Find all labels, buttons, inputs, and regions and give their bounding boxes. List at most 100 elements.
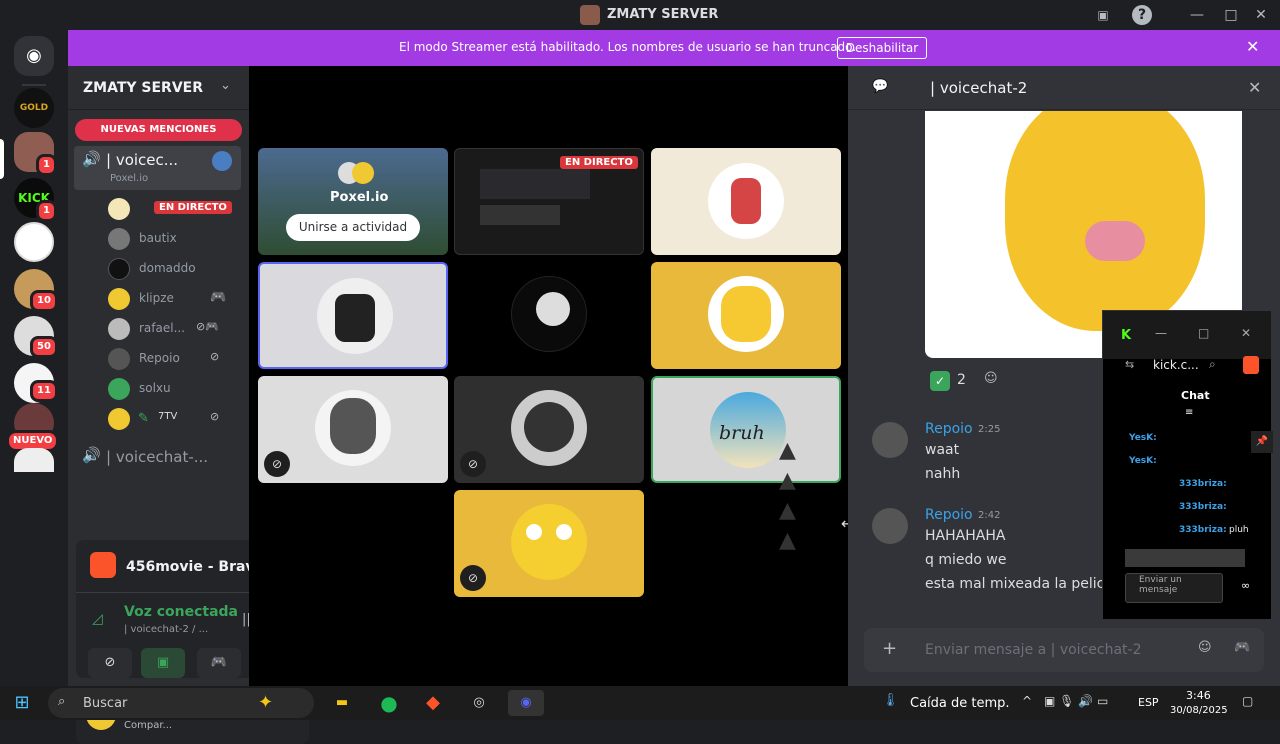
tray-up-icon[interactable]: ^ (1022, 694, 1032, 708)
obs-icon[interactable]: ◎ (466, 690, 492, 716)
check-reaction-icon[interactable]: ✓ (930, 371, 950, 391)
pin-icon[interactable]: 📌 (1251, 431, 1273, 453)
voice-user[interactable]: ✎ 7TV ⊘ (108, 406, 248, 432)
voice-user[interactable]: solxu (108, 376, 248, 402)
voice-user[interactable]: bautix (108, 226, 248, 252)
message-input[interactable]: + Enviar mensaje a | voicechat-2 ☺ 🎮 (864, 628, 1264, 672)
voice-user[interactable]: Repoio ⊘ (108, 346, 248, 372)
search-icon: ⌕ (58, 694, 66, 709)
clock-date[interactable]: 30/08/2025 (1170, 705, 1228, 716)
chat-user[interactable]: YesK: (1129, 456, 1157, 466)
minimize-button[interactable]: — (1155, 326, 1167, 340)
avatar-text: bruh (719, 422, 765, 444)
chat-user[interactable]: YesK: (1129, 433, 1157, 443)
avatar[interactable] (872, 508, 908, 544)
server-gold[interactable]: GOLD (14, 88, 54, 128)
activity-button[interactable]: 🎮 (197, 648, 241, 678)
spotify-icon[interactable]: ● (376, 690, 402, 716)
stream-preview (480, 205, 560, 225)
nitro-icon: ✎ (138, 411, 149, 426)
inbox-icon[interactable]: ▣ (1092, 5, 1114, 25)
site-settings-icon[interactable]: ⇆ (1125, 358, 1134, 371)
user-tile[interactable] (651, 262, 841, 369)
user-tile-speaking[interactable] (258, 262, 448, 369)
clock-time[interactable]: 3:46 (1186, 689, 1211, 702)
voice-channel-path[interactable]: | voicechat-2 / ... (124, 624, 208, 635)
tray-icons[interactable]: ▣ 🎙 🔊 ▭ (1044, 694, 1108, 708)
message-author[interactable]: Repoio (925, 507, 973, 523)
divider (22, 84, 46, 86)
brave-icon[interactable]: ◆ (420, 690, 446, 716)
chat-user[interactable]: 333briza: (1179, 502, 1227, 512)
signal-icon: ◿ (92, 611, 103, 627)
discord-home-icon[interactable]: ◉ (14, 36, 54, 76)
message-author[interactable]: Repoio (925, 421, 973, 437)
weather-text[interactable]: Caída de temp. (910, 696, 1010, 711)
filter-icon[interactable]: ≡ (1185, 407, 1193, 418)
zoom-icon[interactable]: ⌕ (1209, 357, 1216, 372)
speaker-icon: 🔊 (82, 150, 101, 168)
help-icon[interactable]: ? (1132, 5, 1152, 25)
stream-tile[interactable]: EN DIRECTO (454, 148, 644, 255)
search-box[interactable]: ⌕ Buscar ✦ (48, 688, 314, 718)
window-title: ZMATY SERVER (607, 7, 719, 22)
minimize-button[interactable]: — (1186, 5, 1208, 25)
avatar[interactable] (872, 422, 908, 458)
join-activity-button[interactable]: Unirse a actividad (286, 214, 420, 241)
emoji-icon[interactable]: ☺ (1198, 640, 1212, 655)
emote-bar[interactable] (1125, 549, 1245, 567)
user-tile[interactable]: ⊘ (258, 376, 448, 483)
voice-user[interactable]: klipze 🎮 (108, 286, 248, 312)
add-attachment-icon[interactable]: + (882, 638, 897, 659)
brave-shield-icon[interactable] (1243, 356, 1259, 374)
avatar (108, 258, 130, 280)
close-button[interactable]: ✕ (1241, 326, 1251, 340)
gamepad-icon[interactable]: 🎮 (1234, 640, 1250, 655)
screen-share-button[interactable]: ▣ (141, 648, 185, 678)
maximize-button[interactable]: □ (1220, 5, 1242, 25)
user-tile[interactable]: ⊘ (454, 490, 644, 597)
voice-channel-item[interactable]: 🔊 | voicec... Poxel.io (74, 146, 241, 190)
voice-user[interactable]: EN DIRECTO (108, 196, 248, 222)
kick-url[interactable]: kick.c... (1153, 358, 1199, 372)
voice-user[interactable]: rafael... ⊘🎮 (108, 316, 248, 342)
avatar (108, 348, 130, 370)
avatar (352, 162, 374, 184)
user-tile[interactable] (454, 262, 644, 369)
discord-taskbar-icon[interactable]: ◉ (508, 690, 544, 716)
windows-start-icon[interactable]: ⊞ (9, 690, 35, 716)
close-banner-icon[interactable]: ✕ (1246, 37, 1259, 56)
voice-user[interactable]: domaddo (108, 256, 248, 282)
disable-streamer-button[interactable]: Deshabilitar (837, 37, 927, 59)
message-time: 2:25 (978, 424, 1001, 435)
voice-channel-2[interactable]: | voicechat-... (106, 448, 208, 466)
notifications-icon[interactable]: ▢ (1242, 694, 1253, 708)
message-time: 2:42 (978, 510, 1001, 521)
server-4[interactable] (14, 222, 54, 262)
server-header[interactable]: ZMATY SERVER ⌄ (68, 66, 249, 110)
file-explorer-icon[interactable]: ▬ (329, 690, 355, 716)
user-tile[interactable] (651, 148, 841, 255)
add-reaction-icon[interactable]: ☺ (984, 371, 998, 386)
chat-message: pluh (1229, 525, 1249, 535)
user-status: Compar... (124, 720, 173, 731)
camera-off-button[interactable]: ⊘ (88, 648, 132, 678)
chat-header: 💬 | voicechat-2 ✕ (848, 66, 1280, 110)
brave-icon (90, 552, 116, 578)
copilot-sparkle-icon: ✦ (258, 692, 274, 713)
chat-user[interactable]: 333briza: (1179, 525, 1227, 535)
language-indicator[interactable]: ESP (1138, 696, 1159, 709)
infinity-icon[interactable]: ∞ (1241, 579, 1250, 592)
maximize-button[interactable]: □ (1198, 326, 1209, 340)
user-tile[interactable]: ⊘ (454, 376, 644, 483)
new-mentions-button[interactable]: NUEVAS MENCIONES (75, 119, 242, 141)
server-badge: 10 (30, 290, 58, 312)
server-9[interactable] (14, 448, 54, 472)
kick-chat-tab[interactable]: Chat (1181, 389, 1210, 402)
activity-tile[interactable]: Poxel.io Unirse a actividad (258, 148, 448, 255)
banner-message: El modo Streamer está habilitado. Los no… (399, 40, 857, 54)
close-window-button[interactable]: ✕ (1250, 5, 1272, 25)
server-name: ZMATY SERVER (83, 80, 203, 96)
chat-user[interactable]: 333briza: (1179, 479, 1227, 489)
close-chat-icon[interactable]: ✕ (1248, 78, 1261, 97)
